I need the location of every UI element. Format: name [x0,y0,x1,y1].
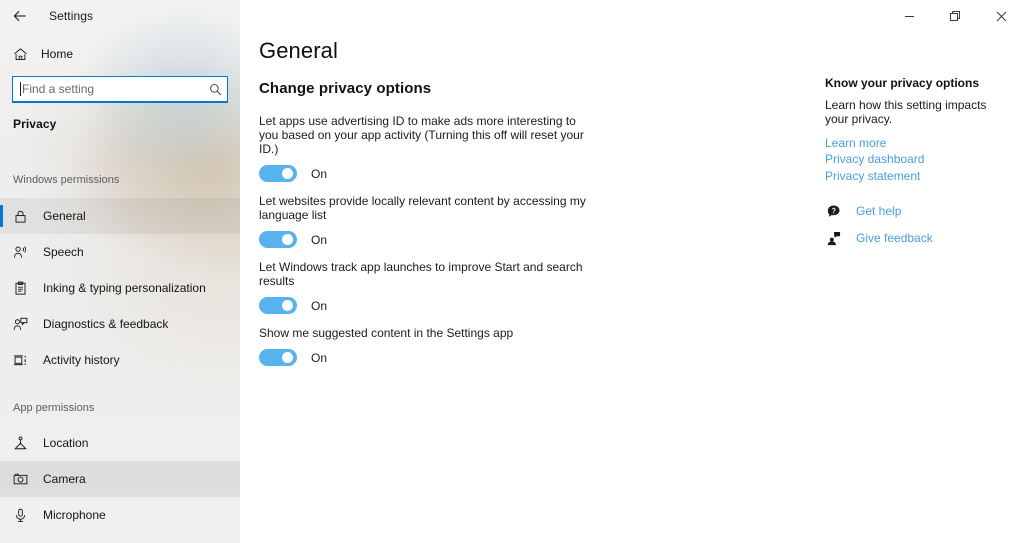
sidebar-group-label-windows-permissions: Windows permissions [13,174,120,186]
setting-app-launch-tracking: Let Windows track app launches to improv… [259,260,609,315]
settings-window: Settings Home Find a setting Privacy Win… [0,0,1024,543]
toggle-row: On [259,165,609,183]
related-info-panel: Know your privacy options Learn how this… [825,76,1010,186]
sidebar-category-title: Privacy [13,117,57,131]
app-title: Settings [49,9,94,23]
sidebar-group-label-app-permissions: App permissions [13,402,95,414]
sidebar-item-general[interactable]: General [0,198,240,234]
sidebar-item-activity-history-label: Activity history [43,353,120,367]
setting-description: Let websites provide locally relevant co… [259,194,586,223]
toggle-row: On [259,231,609,249]
sidebar-item-diagnostics-feedback[interactable]: Diagnostics & feedback [0,306,240,342]
privacy-settings-list: Let apps use advertising ID to make ads … [259,114,609,378]
maximize-restore-button[interactable] [932,0,978,32]
microphone-icon [13,508,31,523]
search-input[interactable]: Find a setting [12,76,228,103]
sidebar-item-general-label: General [43,209,86,223]
section-title: Change privacy options [259,80,432,97]
camera-icon [13,472,31,487]
help-bubble-icon [825,203,841,219]
sidebar-item-home-label: Home [41,47,74,61]
sidebar-item-camera[interactable]: Camera [0,461,240,497]
toggle-state-label: On [311,232,328,247]
sidebar: Home Find a setting Privacy Windows perm… [0,0,240,543]
toggle-knob [282,234,293,246]
feedback-person-icon [13,317,31,332]
clipboard-icon [13,281,31,296]
language-list-toggle[interactable] [259,231,297,249]
setting-suggested-content: Show me suggested content in the Setting… [259,326,609,367]
main-content: General Change privacy options Let apps … [240,0,1024,543]
sidebar-item-speech[interactable]: Speech [0,234,240,270]
toggle-state-label: On [311,298,328,313]
page-title: General [259,38,338,63]
setting-description: Show me suggested content in the Setting… [259,326,514,341]
sidebar-item-speech-label: Speech [43,245,84,259]
search-icon[interactable] [203,83,227,96]
link-privacy-dashboard[interactable]: Privacy dashboard [825,152,1010,168]
sidebar-item-activity-history[interactable]: Activity history [0,342,240,378]
sidebar-item-location[interactable]: Location [0,425,240,461]
suggested-content-toggle[interactable] [259,349,297,367]
toggle-row: On [259,349,609,367]
window-controls [886,0,1024,32]
close-button[interactable] [978,0,1024,32]
get-help-row[interactable]: Get help [825,203,1010,219]
toggle-state-label: On [311,350,328,365]
sidebar-item-home[interactable]: Home [0,41,240,67]
setting-advertising-id: Let apps use advertising ID to make ads … [259,114,609,183]
sidebar-item-inking-typing-personalization[interactable]: Inking & typing personalization [0,270,240,306]
setting-language-list: Let websites provide locally relevant co… [259,194,609,249]
sidebar-item-diagnostics-label: Diagnostics & feedback [43,317,169,331]
title-bar: Settings [0,0,1024,32]
give-feedback-row[interactable]: Give feedback [825,230,1010,246]
setting-description: Let Windows track app launches to improv… [259,260,583,289]
give-feedback-icon [825,230,841,246]
give-feedback-link[interactable]: Give feedback [856,231,933,245]
sidebar-item-microphone[interactable]: Microphone [0,497,240,533]
toggle-state-label: On [311,166,328,181]
toggle-knob [282,352,293,364]
location-pin-icon [13,435,31,451]
related-info-text: Learn how this setting impacts your priv… [825,98,987,127]
minimize-button[interactable] [886,0,932,32]
toggle-knob [282,300,293,312]
link-learn-more[interactable]: Learn more [825,136,1010,152]
get-help-link[interactable]: Get help [856,204,901,218]
advertising-id-toggle[interactable] [259,165,297,183]
sidebar-item-camera-label: Camera [43,472,86,486]
help-panel: Get help Give feedback [825,203,1010,257]
sidebar-item-microphone-label: Microphone [43,508,106,522]
text-caret [20,82,21,96]
app-launch-tracking-toggle[interactable] [259,297,297,315]
toggle-knob [282,168,293,180]
related-info-title: Know your privacy options [825,76,980,90]
home-icon [13,47,31,62]
toggle-row: On [259,297,609,315]
lock-icon [13,209,31,224]
sidebar-item-location-label: Location [43,436,89,450]
activity-history-icon [13,353,31,368]
sidebar-item-inking-label: Inking & typing personalization [43,281,206,295]
setting-description: Let apps use advertising ID to make ads … [259,114,584,157]
search-placeholder: Find a setting [22,82,95,96]
speech-person-icon [13,245,31,260]
link-privacy-statement[interactable]: Privacy statement [825,169,1010,185]
back-button[interactable] [0,0,40,32]
